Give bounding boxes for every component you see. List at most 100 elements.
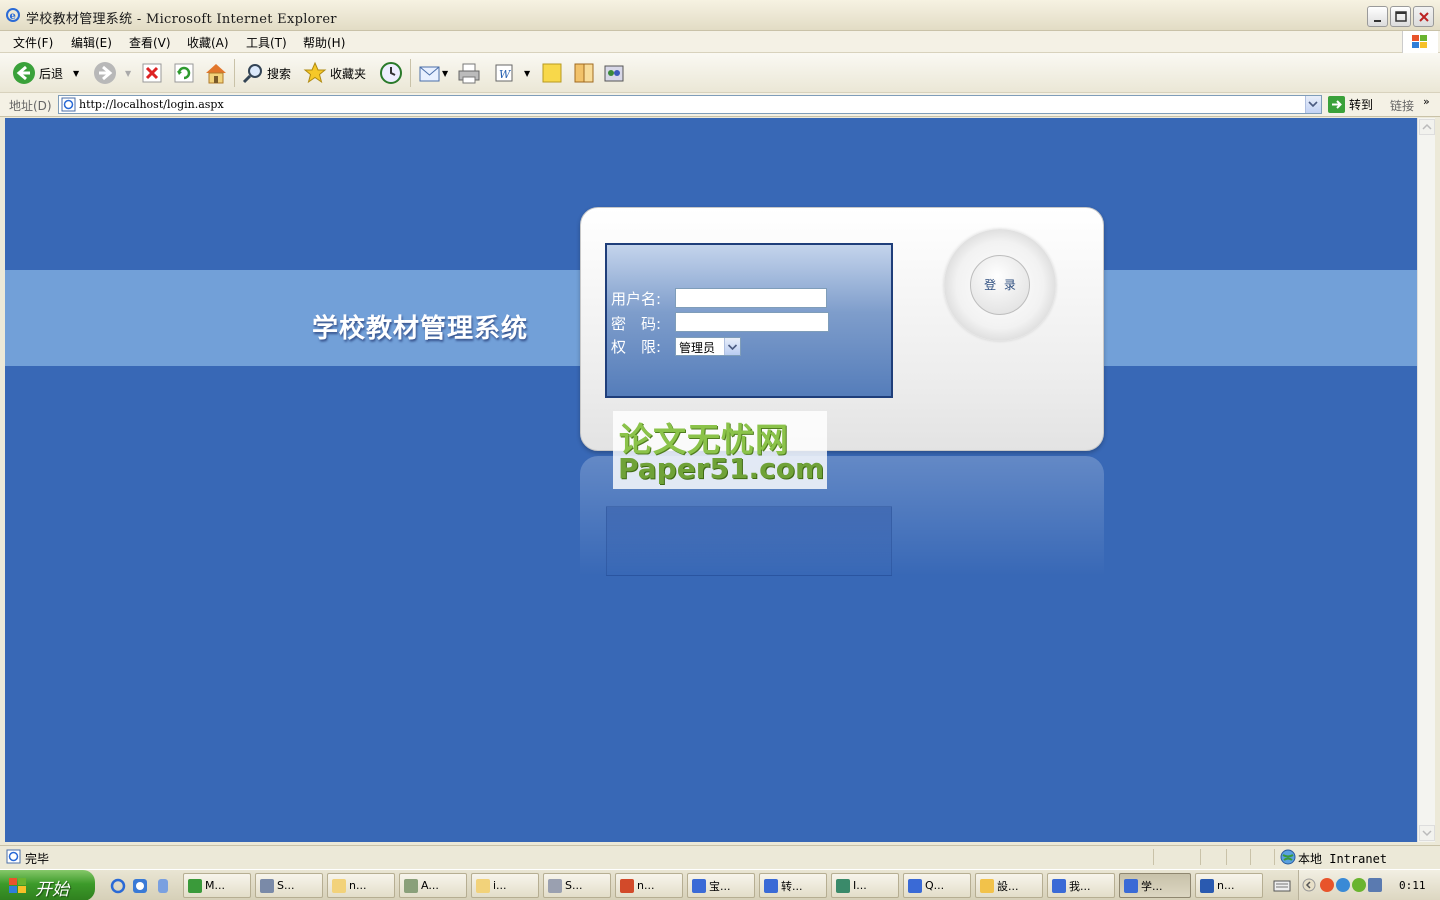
search-button[interactable]: 搜索	[242, 61, 291, 85]
note-button[interactable]	[541, 61, 563, 85]
network-icon[interactable]	[1336, 878, 1350, 892]
messenger-icon	[604, 65, 624, 82]
stop-button[interactable]	[142, 61, 162, 85]
window-title: 学校教材管理系统 - Microsoft Internet Explorer	[26, 12, 337, 27]
forward-button[interactable]: ▼	[93, 61, 131, 85]
role-select[interactable]: 管理员	[675, 337, 741, 356]
taskbar-item[interactable]: n...	[1195, 873, 1263, 898]
back-dropdown-icon[interactable]: ▼	[73, 69, 79, 78]
menu-help[interactable]: 帮助(H)	[303, 34, 345, 51]
home-button[interactable]	[204, 61, 228, 85]
address-label: 地址(D)	[9, 99, 52, 113]
taskbar-item[interactable]: S...	[543, 873, 611, 898]
system-tray: 0:11	[1298, 870, 1440, 900]
role-dropdown-button[interactable]	[724, 338, 740, 355]
tray-expand-icon[interactable]	[1302, 878, 1316, 892]
chevron-down-icon	[1422, 830, 1432, 837]
login-button[interactable]: 登 录	[970, 255, 1030, 315]
minimize-button[interactable]	[1367, 6, 1388, 27]
close-button[interactable]	[1413, 6, 1434, 27]
qq-icon[interactable]	[1320, 878, 1334, 892]
svg-text:W: W	[499, 68, 512, 81]
taskbar-item[interactable]: n...	[327, 873, 395, 898]
back-label: 后退	[39, 66, 64, 81]
favorites-label: 收藏夹	[330, 66, 367, 81]
print-button[interactable]	[457, 61, 481, 85]
close-icon	[1419, 12, 1429, 22]
back-button[interactable]: 后退 ▼	[12, 61, 79, 85]
start-button[interactable]: 开始	[0, 870, 95, 900]
forward-arrow-icon	[94, 62, 116, 84]
menu-view[interactable]: 查看(V)	[129, 34, 171, 51]
page-icon	[61, 97, 76, 112]
clock[interactable]: 0:11	[1399, 879, 1426, 892]
address-bar: 地址(D) http://localhost/login.aspx 转到 链接 …	[0, 93, 1440, 117]
links-toolbar[interactable]: 链接	[1390, 97, 1414, 114]
go-arrow-icon	[1328, 96, 1345, 113]
taskbar-item[interactable]: M...	[183, 873, 251, 898]
start-label: 开始	[35, 880, 69, 900]
chevron-down-icon	[727, 344, 738, 351]
mail-dropdown-icon[interactable]: ▼	[442, 69, 448, 78]
address-dropdown-button[interactable]	[1305, 96, 1321, 113]
history-button[interactable]	[379, 61, 403, 85]
svg-text:e: e	[10, 11, 16, 22]
note-icon	[542, 63, 562, 83]
page-done-icon	[6, 849, 21, 864]
taskbar-item[interactable]: Q...	[903, 873, 971, 898]
status-text: 完毕	[25, 852, 50, 866]
book-icon	[574, 63, 594, 83]
taskbar-item[interactable]: 宝...	[687, 873, 755, 898]
page-content: 学校教材管理系统 用户名: 密 码: 权 限: 管理员 登 录 论文无忧网 Pa…	[5, 118, 1417, 842]
monitor-icon[interactable]	[1368, 878, 1382, 892]
taskbar-item[interactable]: 設...	[975, 873, 1043, 898]
mail-button[interactable]: ▼	[418, 61, 448, 85]
maximize-button[interactable]	[1390, 6, 1411, 27]
antivirus-icon[interactable]	[1352, 878, 1366, 892]
address-input[interactable]: http://localhost/login.aspx	[58, 95, 1322, 114]
watermark-logo: 论文无忧网 Paper51.com	[613, 411, 827, 489]
go-button[interactable]: 转到	[1328, 96, 1373, 113]
star-icon	[303, 61, 327, 84]
windows-logo-icon	[9, 878, 26, 893]
username-input[interactable]	[675, 288, 827, 308]
chevron-right-icon[interactable]: »	[1423, 95, 1430, 108]
menu-file[interactable]: 文件(F)	[13, 34, 53, 51]
app-quicklaunch-icon[interactable]	[155, 878, 171, 894]
taskbar: 开始 M... S... n... A... i... S... n... 宝.…	[0, 869, 1440, 900]
taskbar-item-active[interactable]: 学...	[1119, 873, 1191, 898]
taskbar-item[interactable]: S...	[255, 873, 323, 898]
taskbar-item[interactable]: 我...	[1047, 873, 1115, 898]
edit-word-button[interactable]: W ▼	[494, 61, 530, 85]
research-button[interactable]	[573, 61, 595, 85]
menu-tools[interactable]: 工具(T)	[246, 34, 287, 51]
scroll-down-button[interactable]	[1419, 825, 1435, 841]
title-bar: e 学校教材管理系统 - Microsoft Internet Explorer	[0, 0, 1440, 31]
refresh-button[interactable]	[174, 61, 194, 85]
scroll-up-button[interactable]	[1419, 119, 1435, 135]
role-selected-value: 管理员	[679, 341, 716, 355]
taskbar-item[interactable]: i...	[471, 873, 539, 898]
home-icon	[206, 64, 226, 84]
taskbar-item[interactable]: 转...	[759, 873, 827, 898]
menu-edit[interactable]: 编辑(E)	[71, 34, 112, 51]
stop-icon	[142, 63, 162, 83]
password-input[interactable]	[675, 312, 829, 332]
ie-quicklaunch-icon[interactable]	[110, 878, 126, 894]
keyboard-icon[interactable]	[1273, 879, 1291, 893]
taskbar-item[interactable]: I...	[831, 873, 899, 898]
mail-icon	[419, 66, 440, 82]
browser-quicklaunch-icon[interactable]	[132, 878, 148, 894]
menu-favorites[interactable]: 收藏(A)	[187, 34, 229, 51]
taskbar-item[interactable]: A...	[399, 873, 467, 898]
minimize-icon	[1374, 20, 1381, 22]
search-label: 搜索	[267, 66, 292, 81]
favorites-button[interactable]: 收藏夹	[303, 61, 366, 85]
word-icon: W	[495, 64, 513, 82]
vertical-scrollbar[interactable]	[1417, 118, 1435, 842]
messenger-button[interactable]	[603, 61, 625, 85]
login-button-label: 登 录	[984, 278, 1018, 292]
role-label: 权 限:	[611, 338, 662, 356]
edit-dropdown-icon[interactable]: ▼	[524, 69, 530, 78]
taskbar-item[interactable]: n...	[615, 873, 683, 898]
